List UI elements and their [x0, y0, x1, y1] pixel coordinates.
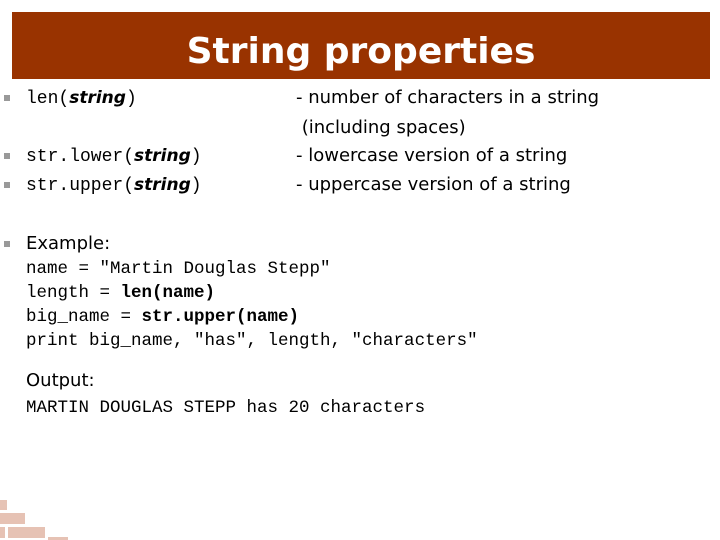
- code-bold-text: str.upper(name): [141, 307, 300, 327]
- function-signature-len: len(string): [26, 87, 137, 110]
- brick: [8, 527, 45, 538]
- code-line: name = "Martin Douglas Stepp": [26, 257, 331, 281]
- bullet-icon: [4, 153, 10, 159]
- example-label: Example:: [26, 233, 111, 254]
- brick: [0, 500, 7, 510]
- function-description-lower: - lowercase version of a string: [296, 145, 568, 166]
- code-bold-text: len(name): [120, 283, 216, 303]
- function-close-paren: ): [125, 89, 137, 109]
- brick: [0, 527, 5, 538]
- function-argument: string: [134, 146, 191, 166]
- function-name: len(: [26, 89, 70, 109]
- code-text: print big_name, "has", length, "characte…: [26, 331, 478, 351]
- bullet-icon: [4, 95, 10, 101]
- function-signature-lower: str.lower(string): [26, 145, 202, 168]
- function-argument: string: [69, 88, 126, 108]
- function-name: str.lower(: [26, 147, 135, 167]
- code-text: big_name =: [26, 307, 142, 327]
- function-argument: string: [134, 175, 191, 195]
- code-line: length = len(name): [26, 281, 215, 305]
- title-bar: String properties: [12, 12, 710, 79]
- function-close-paren: ): [190, 147, 202, 167]
- function-close-paren: ): [190, 176, 202, 196]
- slide-title: String properties: [186, 31, 536, 72]
- function-name: str.upper(: [26, 176, 135, 196]
- bullet-icon: [4, 182, 10, 188]
- bullet-icon: [4, 241, 10, 247]
- function-signature-upper: str.upper(string): [26, 174, 202, 197]
- brick-wall-decoration: [0, 500, 68, 540]
- function-description-upper: - uppercase version of a string: [296, 174, 571, 195]
- brick: [0, 513, 25, 524]
- output-text: MARTIN DOUGLAS STEPP has 20 characters: [26, 398, 426, 418]
- code-line: print big_name, "has", length, "characte…: [26, 329, 478, 353]
- function-description-len: - number of characters in a string: [296, 87, 600, 108]
- code-text: length =: [26, 283, 121, 303]
- function-description-len-continued: (including spaces): [296, 117, 466, 138]
- code-line: big_name = str.upper(name): [26, 305, 299, 329]
- code-text: name = "Martin Douglas Stepp": [26, 259, 331, 279]
- output-label: Output:: [26, 370, 95, 391]
